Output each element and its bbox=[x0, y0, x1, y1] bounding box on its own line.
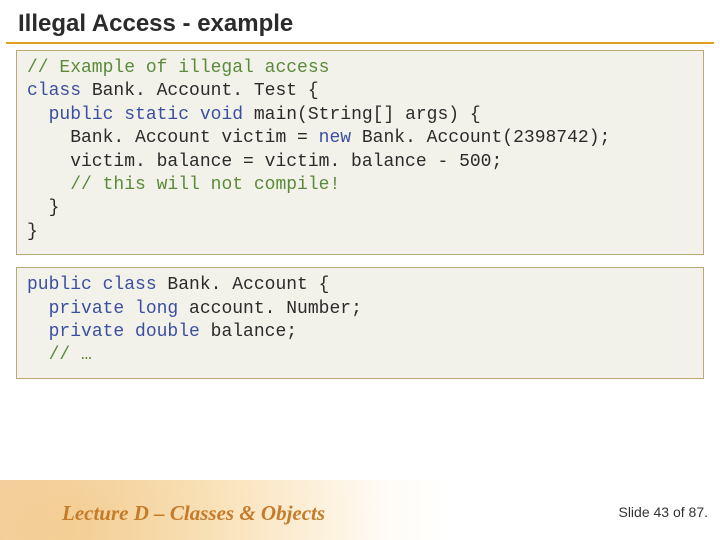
code-token: public static void bbox=[49, 105, 243, 125]
code-token: class bbox=[27, 81, 81, 101]
code-token bbox=[27, 105, 49, 125]
slide-number: Slide 43 of 87. bbox=[618, 504, 708, 520]
code-box-2: public class Bank. Account { private lon… bbox=[16, 267, 704, 379]
code-token: Bank. Account. Test { bbox=[81, 81, 319, 101]
code-token: Bank. Account victim = bbox=[27, 128, 319, 148]
code-token bbox=[27, 322, 49, 342]
code-token: main(String[] args) { bbox=[243, 105, 481, 125]
code-token: // Example of illegal access bbox=[27, 58, 329, 78]
code-token bbox=[27, 345, 49, 365]
title-underline bbox=[6, 42, 714, 44]
code-token: new bbox=[319, 128, 351, 148]
slide-footer: Lecture D – Classes & Objects Slide 43 o… bbox=[0, 480, 720, 540]
code-token: victim. balance = victim. balance - 500; bbox=[27, 152, 502, 172]
code-token bbox=[27, 175, 70, 195]
code-listing-1: // Example of illegal access class Bank.… bbox=[27, 57, 693, 244]
code-token: // this will not compile! bbox=[70, 175, 340, 195]
code-box-1: // Example of illegal access class Bank.… bbox=[16, 50, 704, 255]
slide-title: Illegal Access - example bbox=[0, 0, 720, 42]
code-listing-2: public class Bank. Account { private lon… bbox=[27, 274, 693, 368]
code-token: Bank. Account(2398742); bbox=[351, 128, 610, 148]
code-token: account. Number; bbox=[178, 299, 362, 319]
slide-root: Illegal Access - example // Example of i… bbox=[0, 0, 720, 540]
code-token: private double bbox=[49, 322, 200, 342]
code-token: public class bbox=[27, 275, 157, 295]
code-token: } bbox=[27, 222, 38, 242]
code-token: // … bbox=[49, 345, 92, 365]
code-token bbox=[27, 299, 49, 319]
code-token: } bbox=[27, 198, 59, 218]
code-token: Bank. Account { bbox=[157, 275, 330, 295]
lecture-label: Lecture D – Classes & Objects bbox=[62, 501, 325, 526]
code-token: private long bbox=[49, 299, 179, 319]
code-token: balance; bbox=[200, 322, 297, 342]
